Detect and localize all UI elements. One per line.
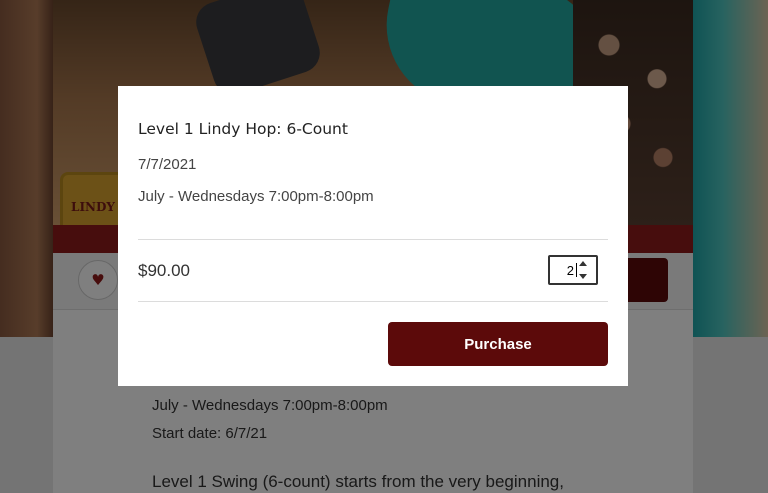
purchase-button[interactable]: Purchase <box>388 322 608 366</box>
modal-schedule: July - Wednesdays 7:00pm-8:00pm <box>138 188 374 205</box>
increment-arrow-icon[interactable] <box>579 261 587 266</box>
purchase-modal: Level 1 Lindy Hop: 6-Count 7/7/2021 July… <box>118 86 628 386</box>
ticket-price: $90.00 <box>138 261 190 280</box>
modal-title: Level 1 Lindy Hop: 6-Count <box>138 120 348 138</box>
quantity-stepper[interactable]: 2 <box>548 255 598 285</box>
modal-date: 7/7/2021 <box>138 156 197 173</box>
quantity-value[interactable]: 2 <box>550 263 576 278</box>
divider <box>138 239 608 240</box>
quantity-spinner[interactable] <box>578 261 588 279</box>
text-caret <box>576 263 577 277</box>
decrement-arrow-icon[interactable] <box>579 274 587 279</box>
divider <box>138 301 608 302</box>
